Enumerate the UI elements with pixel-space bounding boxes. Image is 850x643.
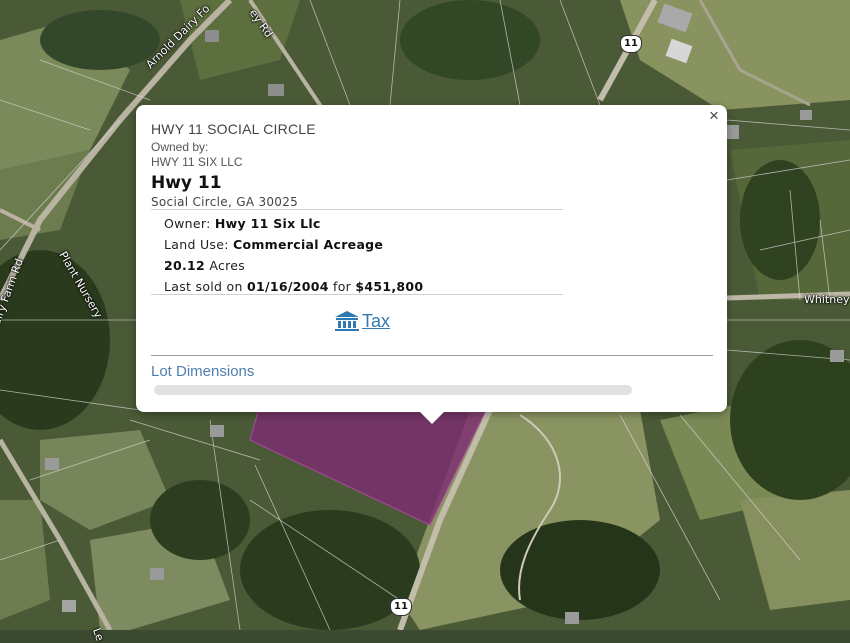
owner-row: Owner: Hwy 11 Six Llc [164,216,321,231]
last-sold-date: 01/16/2004 [247,279,329,294]
owner-name: HWY 11 SIX LLC [151,155,243,169]
road-label-whitney: Whitney [804,293,850,306]
last-sold-label: Last sold on [164,279,243,294]
building [727,125,739,139]
owner-value: Hwy 11 Six Llc [214,216,321,231]
highway-shield: 11 [390,598,412,616]
tax-link[interactable]: Tax [334,310,390,332]
acres-value: 20.12 [164,258,206,273]
land-use-label: Land Use: [164,237,229,252]
tax-label: Tax [362,310,391,331]
acres-row: 20.12 Acres [164,258,245,273]
parcel-city: Social Circle, GA 30025 [151,195,299,209]
divider [151,294,563,295]
lot-dimensions-link[interactable]: Lot Dimensions [151,363,254,380]
owned-by-label: Owned by: [151,140,209,154]
building [45,458,59,470]
forest [150,480,250,560]
last-sold-row: Last sold on 01/16/2004 for $451,800 [164,279,423,294]
building [210,425,224,437]
parcel-info-popup: × HWY 11 SOCIAL CIRCLE Owned by: HWY 11 … [136,105,727,412]
divider [151,209,563,210]
building [830,350,844,362]
forest [500,520,660,620]
last-sold-price: $451,800 [355,279,424,294]
lot-dimensions-loading-bar [154,385,632,395]
forest [40,10,160,70]
land-use-row: Land Use: Commercial Acreage [164,237,383,252]
owner-label: Owner: [164,216,211,231]
bank-icon [335,311,359,331]
land-use-value: Commercial Acreage [233,237,384,252]
close-button[interactable]: × [705,107,723,125]
building [800,110,812,120]
highway-shield: 11 [620,35,642,53]
forest [400,0,540,80]
building [268,84,284,96]
parcel-address: Hwy 11 [151,173,222,193]
building [205,30,219,42]
for-label: for [333,279,352,294]
popup-pointer [418,410,446,424]
section-divider [151,355,713,356]
building [565,612,579,624]
acres-label: Acres [209,258,246,273]
building [62,600,76,612]
popup-title: HWY 11 SOCIAL CIRCLE [151,121,316,137]
building [150,568,164,580]
forest [740,160,820,280]
